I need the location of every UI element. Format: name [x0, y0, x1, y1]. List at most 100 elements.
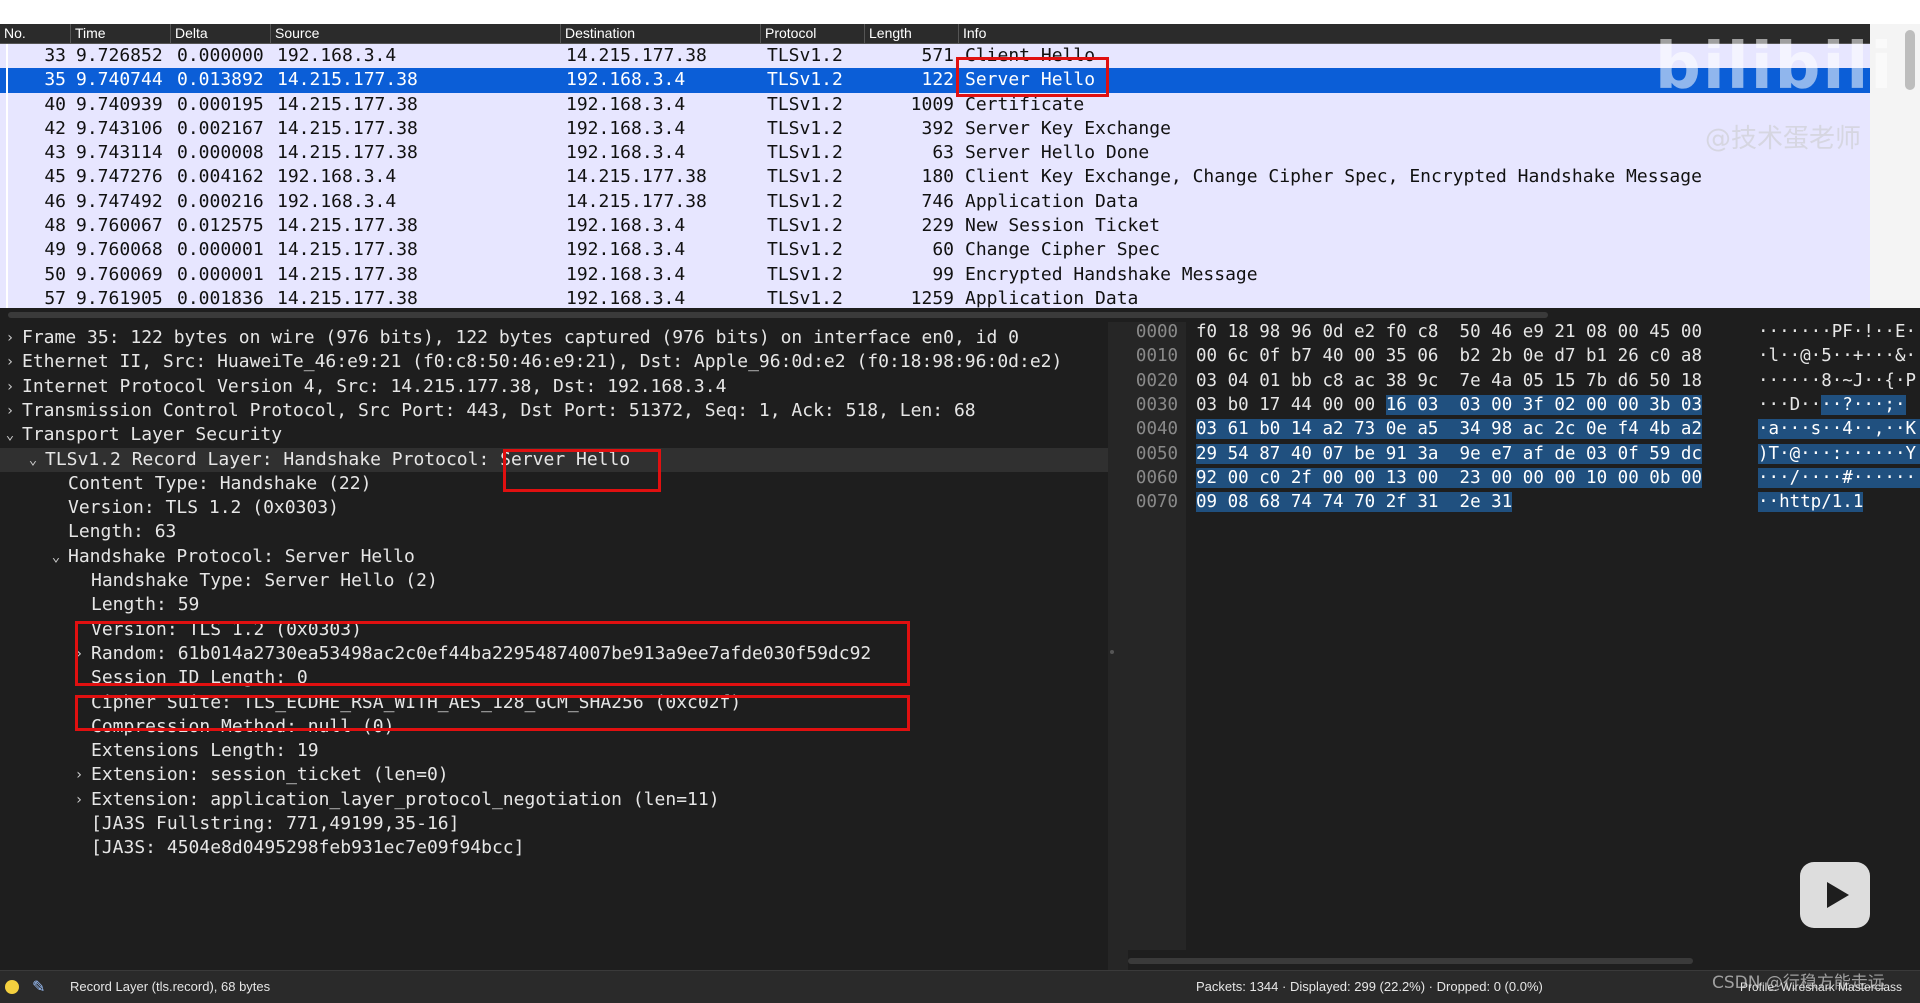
column-header-source[interactable]: Source	[270, 24, 560, 43]
hex-byte[interactable]: 98	[1259, 322, 1280, 342]
tree-item[interactable]: › Transmission Control Protocol, Src Port…	[0, 399, 1108, 423]
hex-byte[interactable]: 4b	[1649, 419, 1671, 440]
hex-byte[interactable]: ac	[1522, 419, 1544, 440]
hex-byte[interactable]: de	[1554, 443, 1576, 464]
hex-byte[interactable]: 31	[1491, 492, 1513, 513]
chevron-down-icon[interactable]: ⌄	[49, 545, 63, 569]
hex-byte[interactable]: 59	[1649, 443, 1671, 464]
hex-byte[interactable]: d6	[1618, 371, 1639, 391]
tree-item[interactable]: [JA3S: 4504e8d0495298feb931ec7e09f94bcc]	[0, 836, 1108, 860]
hex-byte[interactable]: 2b	[1491, 346, 1512, 366]
hex-byte[interactable]: 3f	[1522, 394, 1544, 415]
tree-item[interactable]: ⌄ Transport Layer Security	[0, 423, 1108, 447]
hex-byte[interactable]: 18	[1681, 371, 1702, 391]
tree-item[interactable]: › Frame 35: 122 bytes on wire (976 bits),…	[0, 326, 1108, 350]
bytes-ascii[interactable]: )T·@···:······Y·	[1758, 443, 1920, 465]
tree-item[interactable]: Extensions Length: 19	[0, 739, 1108, 763]
hex-byte[interactable]: 9c	[1417, 371, 1438, 391]
hex-byte[interactable]: 4a	[1491, 371, 1512, 391]
hex-byte[interactable]: 03	[1459, 394, 1481, 415]
tree-item[interactable]: [JA3S Fullstring: 771,49199,35-16]	[0, 812, 1108, 836]
hex-byte[interactable]: 00	[1554, 467, 1576, 488]
bytes-ascii[interactable]: ···D····?···;·	[1758, 394, 1906, 416]
hex-byte[interactable]: 26	[1618, 346, 1639, 366]
bytes-h-thumb[interactable]	[1128, 958, 1693, 964]
tree-item[interactable]: Handshake Type: Server Hello (2)	[0, 569, 1108, 593]
hex-byte[interactable]: 00	[1354, 346, 1375, 366]
hex-byte[interactable]: 35	[1386, 346, 1407, 366]
hex-byte[interactable]: 00	[1617, 467, 1639, 488]
chevron-down-icon[interactable]: ⌄	[26, 448, 40, 472]
hex-byte[interactable]: 15	[1554, 371, 1575, 391]
tree-item[interactable]: › Extension: session_ticket (len=0)	[0, 763, 1108, 787]
hex-byte[interactable]: 68	[1259, 492, 1281, 513]
hex-byte[interactable]: 21	[1554, 322, 1575, 342]
hex-byte[interactable]: 06	[1417, 346, 1438, 366]
packet-row[interactable]: 57 9.761905 0.001836 14.215.177.38 192.168.3…	[0, 286, 1870, 308]
hex-byte[interactable]: 00	[1417, 467, 1439, 488]
tree-item[interactable]: Length: 59	[0, 593, 1108, 617]
hex-byte[interactable]: e7	[1491, 443, 1513, 464]
hex-byte[interactable]: 46	[1491, 322, 1512, 342]
edit-comment-icon[interactable]: ✎	[32, 977, 45, 997]
hex-byte[interactable]: 00	[1522, 467, 1544, 488]
hex-byte[interactable]: 00	[1491, 394, 1513, 415]
chevron-down-icon[interactable]: ⌄	[3, 423, 17, 447]
hex-byte[interactable]: 0f	[1259, 346, 1280, 366]
hex-byte[interactable]: af	[1522, 443, 1544, 464]
hex-byte[interactable]: be	[1354, 443, 1376, 464]
bytes-ascii[interactable]: ······8·~J··{·P·	[1758, 370, 1920, 392]
packet-row[interactable]: 42 9.743106 0.002167 14.215.177.38 192.168.3…	[0, 116, 1870, 142]
chevron-right-icon[interactable]: ›	[3, 326, 17, 350]
hex-byte[interactable]: 74	[1290, 492, 1312, 513]
hex-byte[interactable]: 0d	[1323, 322, 1344, 342]
bytes-hex[interactable]: 03 61 b0 14 a2 73 0e a5 34 98 ac 2c 0e f…	[1196, 418, 1702, 440]
chevron-right-icon[interactable]: ›	[3, 399, 17, 423]
hex-byte[interactable]: c8	[1417, 322, 1438, 342]
hex-byte[interactable]: f4	[1617, 419, 1639, 440]
hex-byte[interactable]: c8	[1323, 371, 1344, 391]
hex-byte[interactable]: 45	[1649, 322, 1670, 342]
pane-splitter[interactable]	[1108, 322, 1128, 970]
column-header-length[interactable]: Length	[864, 24, 958, 43]
hex-byte[interactable]: e2	[1354, 322, 1375, 342]
bytes-hex[interactable]: 03 04 01 bb c8 ac 38 9c 7e 4a 05 15 7b d…	[1196, 370, 1702, 392]
hex-byte[interactable]: 54	[1227, 443, 1249, 464]
bytes-ascii[interactable]: ··http/1.1	[1758, 491, 1864, 513]
hex-byte[interactable]: 13	[1385, 467, 1407, 488]
hex-byte[interactable]: 44	[1291, 395, 1312, 415]
hex-byte[interactable]: 0f	[1617, 443, 1639, 464]
chevron-right-icon[interactable]: ›	[72, 788, 86, 812]
bytes-ascii[interactable]: ·a···s··4··,··K·	[1758, 418, 1920, 440]
hex-byte[interactable]: a2	[1322, 419, 1344, 440]
hex-byte[interactable]: 70	[1354, 492, 1376, 513]
hex-byte[interactable]: 00	[1491, 467, 1513, 488]
packet-row[interactable]: 40 9.740939 0.000195 14.215.177.38 192.168.3…	[0, 92, 1870, 117]
hex-byte[interactable]: dc	[1680, 443, 1702, 464]
tree-item[interactable]: ⌄ Handshake Protocol: Server Hello	[0, 545, 1108, 569]
hex-byte[interactable]: 61	[1227, 419, 1249, 440]
packet-list-h-thumb[interactable]	[8, 312, 1548, 318]
hex-byte[interactable]: 31	[1417, 492, 1439, 513]
hex-byte[interactable]: 3a	[1417, 443, 1439, 464]
packet-row[interactable]: 45 9.747276 0.004162 192.168.3.4 14.215.177.…	[0, 165, 1870, 190]
hex-byte[interactable]: b7	[1291, 346, 1312, 366]
chevron-right-icon[interactable]: ›	[72, 763, 86, 787]
chevron-right-icon[interactable]: ›	[3, 350, 17, 374]
hex-byte[interactable]: 16	[1385, 394, 1407, 415]
hex-byte[interactable]: 2c	[1554, 419, 1576, 440]
hex-byte[interactable]: d7	[1554, 346, 1575, 366]
hex-byte[interactable]: 03	[1196, 395, 1217, 415]
hex-byte[interactable]: 0e	[1385, 419, 1407, 440]
tree-item[interactable]: › Extension: application_layer_protocol_n…	[0, 788, 1108, 812]
hex-byte[interactable]: 2f	[1290, 467, 1312, 488]
hex-byte[interactable]: 03	[1417, 394, 1439, 415]
hex-byte[interactable]: 03	[1196, 419, 1218, 440]
hex-byte[interactable]: 03	[1680, 394, 1702, 415]
hex-byte[interactable]: 0b	[1649, 467, 1671, 488]
hex-byte[interactable]: 7e	[1460, 371, 1481, 391]
bytes-ascii[interactable]: ···/····#·······	[1758, 467, 1920, 489]
hex-byte[interactable]: 00	[1586, 394, 1608, 415]
hex-byte[interactable]: 29	[1196, 443, 1218, 464]
hex-byte[interactable]: 0e	[1586, 419, 1608, 440]
